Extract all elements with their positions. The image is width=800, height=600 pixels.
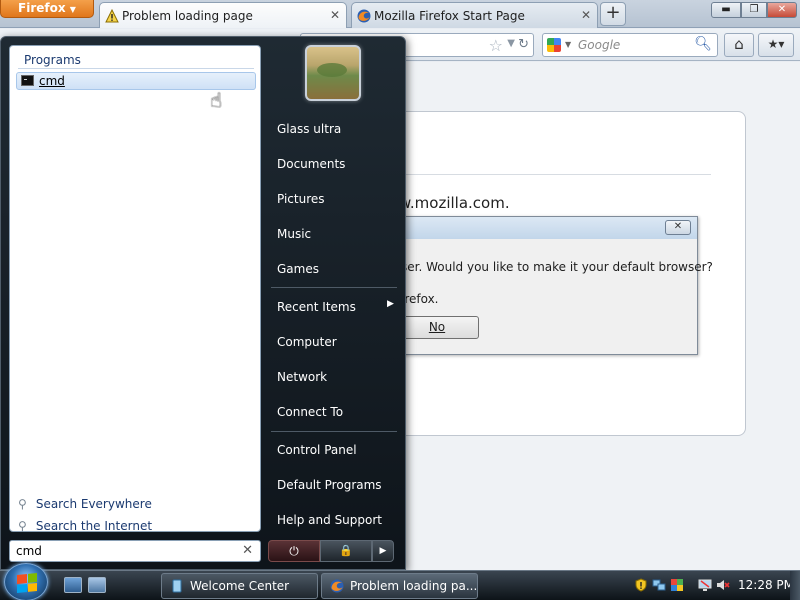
window-close-button[interactable]: ✕: [767, 2, 797, 18]
chevron-down-icon[interactable]: ▼: [507, 38, 515, 49]
google-icon[interactable]: [547, 38, 561, 52]
search-bar[interactable]: ▼ Google 🔍︎: [542, 33, 718, 57]
windows-logo-icon: [17, 572, 37, 594]
network-icon[interactable]: [652, 578, 666, 592]
dialog-titlebar: ✕: [381, 217, 697, 239]
divider: [271, 431, 397, 432]
volume-muted-icon[interactable]: [716, 578, 730, 592]
chevron-down-icon: ▼: [69, 5, 76, 14]
taskbar: Welcome Center Problem loading pa... 12:…: [0, 563, 800, 600]
programs-header: Programs: [24, 53, 81, 67]
search-internet-link[interactable]: ⚲ Search the Internet: [18, 519, 152, 533]
dialog-question: ser. Would you like to make it your defa…: [401, 260, 713, 274]
start-item-control-panel[interactable]: Control Panel: [277, 443, 357, 457]
taskbar-item-label: Welcome Center: [190, 579, 290, 593]
power-icon: ⏻: [289, 544, 299, 558]
clock[interactable]: 12:28 PM: [738, 578, 794, 592]
start-item-recent-items[interactable]: Recent Items: [277, 300, 356, 314]
user-picture[interactable]: [305, 45, 361, 101]
bookmark-star-icon[interactable]: ☆: [489, 36, 503, 55]
tab-title: Problem loading page: [122, 9, 253, 23]
lock-icon: 🔒: [339, 544, 353, 557]
start-button[interactable]: [4, 563, 48, 600]
start-search-input[interactable]: cmd ✕: [9, 540, 261, 562]
new-tab-button[interactable]: +: [600, 2, 626, 26]
program-label: cmd: [39, 74, 65, 88]
firefox-menu-button[interactable]: Firefox ▼: [0, 0, 94, 18]
close-icon[interactable]: ✕: [581, 8, 591, 22]
shutdown-options-button[interactable]: ▶: [372, 540, 394, 562]
monitor-icon[interactable]: [698, 578, 712, 592]
taskbar-item-label: Problem loading pa...: [350, 579, 478, 593]
close-icon[interactable]: ✕: [330, 8, 340, 22]
tab-bar: Firefox ▼ Problem loading page ✕ Mozilla…: [0, 0, 800, 28]
divider: [18, 68, 254, 69]
chevron-right-icon: ▶: [379, 546, 387, 556]
chevron-down-icon[interactable]: ▼: [565, 40, 571, 49]
start-item-documents[interactable]: Documents: [277, 157, 345, 171]
divider: [271, 287, 397, 288]
search-everywhere-link[interactable]: ⚲ Search Everywhere: [18, 497, 152, 511]
home-button[interactable]: ⌂: [724, 33, 754, 57]
start-search-value: cmd: [16, 544, 42, 558]
error-text: w.mozilla.com.: [399, 194, 510, 212]
show-desktop-button[interactable]: [790, 571, 800, 600]
firefox-menu-label: Firefox: [18, 1, 66, 15]
dialog-close-button[interactable]: ✕: [665, 220, 691, 235]
start-item-help-and-support[interactable]: Help and Support: [277, 513, 382, 527]
lock-button[interactable]: 🔒: [320, 540, 372, 562]
shield-warning-icon[interactable]: [634, 578, 648, 592]
taskbar-item-welcome-center[interactable]: Welcome Center: [161, 573, 318, 599]
start-item-network[interactable]: Network: [277, 370, 327, 384]
warning-icon: [105, 9, 119, 23]
tab-title: Mozilla Firefox Start Page: [374, 9, 525, 23]
minimize-button[interactable]: ▬: [711, 2, 741, 18]
start-item-computer[interactable]: Computer: [277, 335, 337, 349]
start-item-connect-to[interactable]: Connect To: [277, 405, 343, 419]
tab-firefox-start-page[interactable]: Mozilla Firefox Start Page ✕: [351, 2, 598, 28]
system-tray: 12:28 PM: [628, 571, 800, 600]
power-controls: ⏻ 🔒 ▶: [268, 540, 394, 562]
hand-cursor-icon: ☝: [210, 88, 223, 112]
taskbar-item-firefox[interactable]: Problem loading pa...: [321, 573, 478, 599]
divider: [381, 174, 711, 175]
power-button[interactable]: ⏻: [268, 540, 320, 562]
start-menu: Programs cmd ⚲ Search Everywhere ⚲ Searc…: [0, 36, 406, 570]
dialog-checkbox-label[interactable]: irefox.: [401, 292, 439, 306]
welcome-center-icon: [172, 579, 182, 593]
tab-problem-loading[interactable]: Problem loading page ✕: [99, 2, 347, 28]
search-icon: ⚲: [18, 497, 27, 511]
start-item-user-folder[interactable]: Glass ultra: [277, 122, 341, 136]
start-menu-left-pane: Programs cmd ⚲ Search Everywhere ⚲ Searc…: [9, 45, 261, 533]
search-icon: ⚲: [18, 519, 27, 533]
start-item-games[interactable]: Games: [277, 262, 319, 276]
reload-icon[interactable]: ↻: [518, 37, 529, 52]
search-icon[interactable]: 🔍︎: [694, 36, 712, 52]
default-browser-dialog: ✕ ser. Would you like to make it your de…: [380, 216, 713, 355]
chevron-right-icon: ▶: [387, 299, 394, 309]
show-desktop-icon[interactable]: [64, 577, 82, 593]
security-icon[interactable]: [670, 578, 684, 592]
firefox-icon: [330, 579, 344, 593]
start-item-pictures[interactable]: Pictures: [277, 192, 325, 206]
clear-icon[interactable]: ✕: [242, 543, 253, 558]
search-everywhere-label: Search Everywhere: [35, 497, 152, 511]
switch-windows-icon[interactable]: [88, 577, 106, 593]
start-item-default-programs[interactable]: Default Programs: [277, 478, 382, 492]
no-button[interactable]: No: [395, 316, 479, 339]
firefox-icon: [357, 9, 371, 23]
start-item-music[interactable]: Music: [277, 227, 311, 241]
search-placeholder: Google: [578, 38, 621, 52]
maximize-button[interactable]: ❐: [741, 2, 767, 18]
search-internet-label: Search the Internet: [35, 519, 153, 533]
bookmarks-button[interactable]: ★▾: [758, 33, 794, 57]
cmd-icon: [21, 75, 34, 86]
